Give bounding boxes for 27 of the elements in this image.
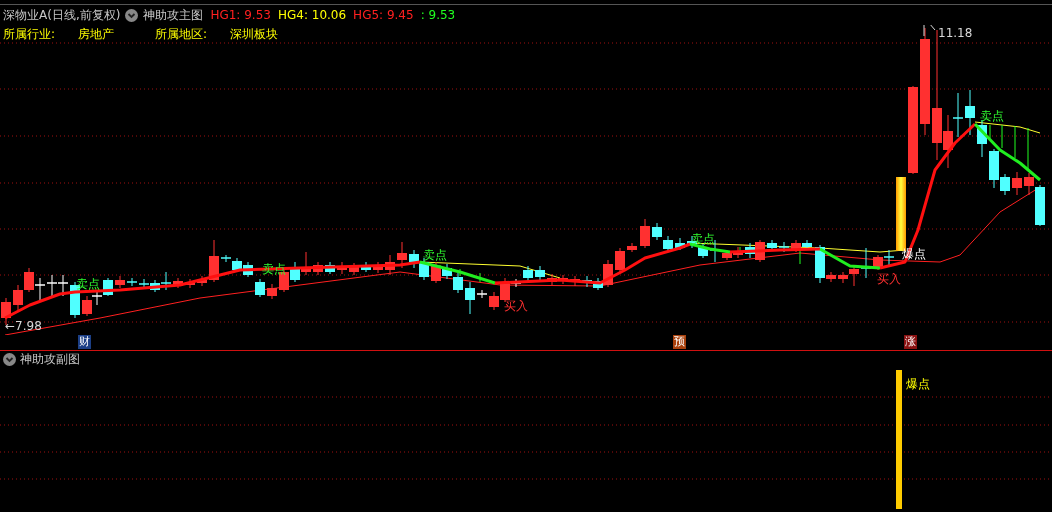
flag-icon <box>923 25 936 37</box>
buy-signal-label: 买入 <box>877 272 901 286</box>
low-price-label: ←7.98 <box>5 319 42 333</box>
indicator-name: 神助攻主图 <box>143 6 204 24</box>
sell-signal-label: 卖点 <box>423 248 447 262</box>
event-marker: 财 <box>78 335 91 349</box>
indicator-value: : 9.53 <box>420 8 456 22</box>
info-value: 深圳板块 <box>230 25 279 43</box>
indicator-name: 神助攻副图 <box>20 351 80 368</box>
buy-signal-label: 买入 <box>504 299 528 313</box>
sell-signal-label: 卖点 <box>76 277 100 291</box>
collapse-icon[interactable] <box>125 8 139 22</box>
info-label: 所属地区: <box>155 25 209 43</box>
upper-band-line <box>974 121 1041 134</box>
event-marker: 涨 <box>904 335 917 349</box>
indicator-value: HG1: 9.53 <box>210 8 271 22</box>
event-marker: 预 <box>673 335 686 349</box>
sell-signal-label: 卖点 <box>691 232 715 246</box>
high-price-label: 11.18 <box>938 26 973 40</box>
indicator-value: HG5: 9.45 <box>353 8 414 22</box>
info-value: 房地产 <box>78 25 115 43</box>
collapse-icon[interactable] <box>3 353 16 366</box>
info-label: 所属行业: <box>3 25 57 43</box>
indicator-value: HG4: 10.06 <box>277 8 347 22</box>
stock-title: 深物业A(日线,前复权) <box>3 6 121 24</box>
sell-signal-label: 卖点 <box>980 109 1004 123</box>
burst-signal-label: 爆点 <box>906 377 930 391</box>
